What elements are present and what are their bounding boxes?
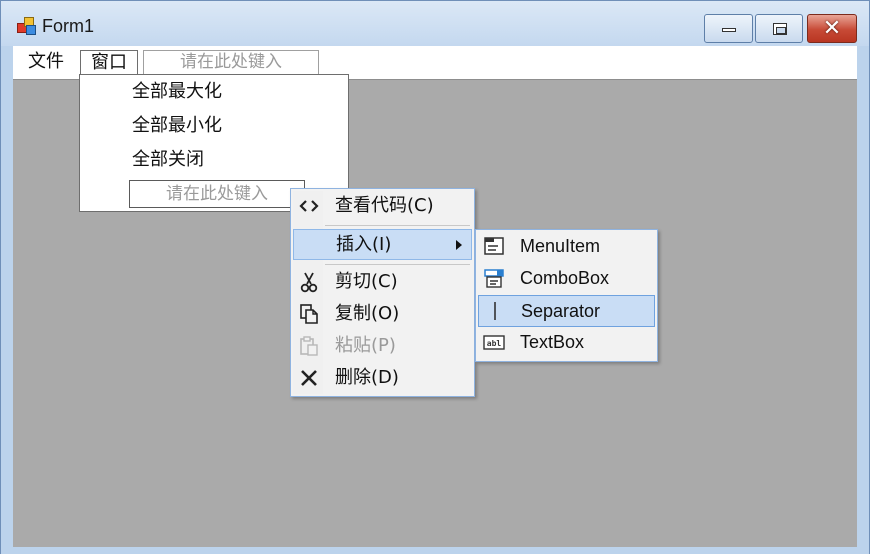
minimize-button[interactable] [704, 14, 753, 43]
maximize-icon [773, 23, 787, 35]
context-menu: 查看代码(C) 插入(I) 剪切(C) 复制(O) 粘贴(P) 删除(D) [290, 188, 475, 397]
insert-submenu: MenuItem ComboBox Separator abl TextBox [475, 229, 658, 362]
code-brackets-icon [298, 195, 320, 217]
ctx-item-view-code[interactable]: 查看代码(C) [293, 191, 472, 222]
ctx-item-label: 剪切(C) [335, 271, 398, 292]
submenu-item-textbox[interactable]: abl TextBox [478, 327, 655, 359]
submenu-item-label: ComboBox [520, 268, 610, 288]
submenu-item-menuitem[interactable]: MenuItem [478, 231, 655, 263]
copy-icon [298, 303, 320, 325]
ctx-item-label: 查看代码(C) [335, 195, 434, 216]
ctx-separator [325, 264, 470, 265]
submenu-item-label: TextBox [520, 332, 585, 352]
ctx-item-insert[interactable]: 插入(I) [293, 229, 472, 260]
ctx-item-label: 插入(I) [336, 234, 392, 255]
menu-item-close-all[interactable]: 全部关闭 [132, 148, 204, 172]
paste-icon [298, 335, 320, 357]
svg-text:abl: abl [487, 339, 502, 348]
title-bar[interactable]: Form1 ✕ [1, 1, 869, 46]
close-button[interactable]: ✕ [807, 14, 857, 43]
delete-x-icon [298, 367, 320, 389]
menu-file[interactable]: 文件 [18, 50, 74, 76]
ctx-item-label: 粘贴(P) [335, 335, 396, 356]
minimize-icon [722, 28, 736, 32]
submenu-item-combobox[interactable]: ComboBox [478, 263, 655, 295]
submenu-arrow-icon [456, 240, 462, 250]
window-bottom-border [1, 547, 869, 554]
maximize-button[interactable] [755, 14, 803, 43]
scissors-icon [298, 271, 320, 293]
close-icon: ✕ [822, 16, 842, 41]
submenu-item-label: Separator [521, 301, 601, 321]
ctx-item-copy[interactable]: 复制(O) [293, 299, 472, 330]
ctx-item-label: 复制(O) [335, 303, 400, 324]
dropdown-type-here-input[interactable]: 请在此处键入 [129, 180, 305, 208]
combobox-icon [483, 267, 505, 289]
textbox-icon: abl [483, 331, 505, 353]
ctx-separator [325, 225, 470, 226]
submenu-item-label: MenuItem [520, 236, 601, 256]
menu-item-maximize-all[interactable]: 全部最大化 [132, 80, 222, 104]
ctx-item-delete[interactable]: 删除(D) [293, 363, 472, 394]
app-icon [17, 17, 37, 35]
window-title: Form1 [42, 16, 95, 36]
separator-icon [484, 300, 506, 322]
menu-item-minimize-all[interactable]: 全部最小化 [132, 114, 222, 138]
menuitem-icon [483, 235, 505, 257]
ctx-item-cut[interactable]: 剪切(C) [293, 267, 472, 298]
ctx-item-label: 删除(D) [335, 367, 399, 388]
ctx-item-paste[interactable]: 粘贴(P) [293, 331, 472, 362]
menu-strip-type-here-input[interactable]: 请在此处键入 [143, 50, 319, 75]
submenu-item-separator[interactable]: Separator [478, 295, 655, 327]
